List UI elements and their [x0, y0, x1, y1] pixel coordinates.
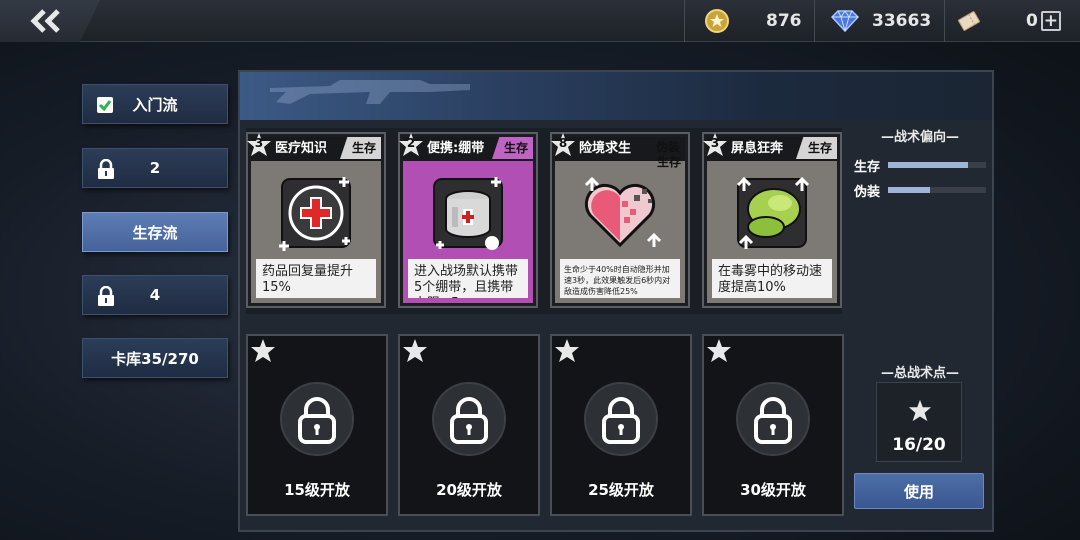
tendency-label: 伪装	[854, 185, 881, 200]
skill-card[interactable]: 屏息狂奔 生存 在毒雾中的移动速度提高10% 3	[702, 132, 842, 308]
bandage-icon	[433, 177, 503, 250]
rifle-silhouette-icon	[270, 80, 470, 104]
card-level: 3	[710, 136, 720, 150]
star-icon	[555, 339, 579, 362]
unlock-level-label: 15级开放	[284, 481, 350, 499]
level-star-icon: 3	[246, 132, 272, 158]
level-star-icon: 3	[702, 132, 728, 158]
card-description: 生命少于40%时自动隐形并加速3秒，此效果触发后6秒内对敌造成伤害降低25%	[560, 259, 680, 298]
unlock-level-label: 20级开放	[436, 481, 502, 499]
sidebar-item-label: 2	[149, 159, 161, 177]
locked-card-slot[interactable]: 20级开放	[398, 334, 540, 516]
tendency-row: 生存	[854, 156, 988, 175]
separator	[814, 0, 815, 42]
card-tag-secondary: 生存	[656, 155, 681, 169]
add-ticket-button[interactable]: +	[1040, 11, 1061, 31]
diamond-count: 33663	[872, 11, 932, 31]
tendency-row: 伪装	[854, 181, 988, 200]
tendency-bar-track	[888, 162, 986, 168]
locked-card-slot[interactable]: 25级开放	[550, 334, 692, 516]
star-icon	[251, 339, 275, 362]
padlock-icon	[736, 382, 810, 456]
ticket-icon	[958, 11, 980, 31]
total-points-box: 16/20	[876, 382, 962, 462]
top-bar: 876 33663 0 +	[0, 0, 1080, 42]
back-button[interactable]	[0, 0, 100, 42]
coin-resource: 876	[704, 0, 802, 42]
sidebar-item-label: 入门流	[132, 95, 178, 114]
pixel-heart-icon	[584, 176, 662, 248]
level-star-icon: 2	[398, 132, 424, 158]
sidebar-item-survival[interactable]: 生存流	[82, 212, 228, 252]
coin-icon	[705, 9, 729, 33]
skill-card[interactable]: 险境求生 伪装 生存 生命少于40%时自动隐形并加速3秒，此效果触发后6秒内对敌…	[550, 132, 690, 308]
sidebar-item-locked-4[interactable]: 4	[82, 275, 228, 315]
card-description: 进入战场默认携带5个绷带，且携带上限+5	[408, 259, 528, 298]
sidebar-item-beginner[interactable]: 入门流	[82, 84, 228, 124]
tendency-label: 生存	[854, 160, 881, 175]
sidebar-item-label: 4	[149, 286, 161, 304]
medical-cross-icon	[279, 177, 351, 251]
sidebar-item-card-library[interactable]: 卡库35/270	[82, 338, 228, 378]
checkbox-checked-icon	[97, 97, 113, 113]
total-points-value: 16/20	[892, 435, 946, 455]
card-description: 在毒雾中的移动速度提高10%	[712, 259, 832, 298]
sidebar-item-label: 卡库35/270	[111, 349, 199, 368]
diamond-icon	[830, 10, 860, 33]
sidebar-item-label: 生存流	[132, 223, 178, 242]
header-banner	[240, 72, 992, 120]
padlock-icon	[432, 382, 506, 456]
locked-card-slot[interactable]: 30级开放	[702, 334, 844, 516]
total-points-title: —总战术点—	[880, 366, 959, 381]
card-description: 药品回复量提升15%	[256, 259, 376, 298]
tendency-bar-track	[888, 187, 986, 193]
tendency-bar-fill	[888, 162, 969, 168]
level-star-icon: 8	[550, 132, 576, 158]
separator	[684, 0, 685, 42]
lock-icon	[97, 285, 115, 310]
gas-cloud-icon	[736, 176, 810, 249]
star-icon	[403, 339, 427, 362]
tendency-bar-fill	[888, 187, 931, 193]
skill-card[interactable]: 医疗知识 生存 药品回复量提升15% 3	[246, 132, 386, 308]
ticket-resource: 0 +	[956, 0, 1061, 42]
unlock-level-label: 30级开放	[740, 481, 806, 499]
lock-icon	[97, 158, 115, 183]
card-level: 3	[254, 136, 264, 150]
double-chevron-left-icon	[30, 9, 60, 33]
padlock-icon	[584, 382, 658, 456]
skill-card[interactable]: 便携:绷带 生存 进入战场默认携带5个绷带，且携带上限+5 2	[398, 132, 538, 308]
locked-card-slot[interactable]: 15级开放	[246, 334, 388, 516]
padlock-icon	[280, 382, 354, 456]
ticket-count: 0	[1026, 11, 1038, 31]
diamond-resource: 33663	[830, 0, 931, 42]
coin-count: 876	[766, 11, 802, 31]
separator	[944, 0, 945, 42]
tendency-title: —战术偏向—	[880, 130, 959, 145]
unlock-level-label: 25级开放	[588, 481, 654, 499]
star-icon	[707, 339, 731, 362]
sidebar-item-locked-2[interactable]: 2	[82, 148, 228, 188]
card-level: 2	[406, 136, 416, 150]
use-button[interactable]: 使用	[854, 473, 984, 509]
card-level: 8	[558, 136, 568, 150]
star-icon	[908, 399, 932, 422]
